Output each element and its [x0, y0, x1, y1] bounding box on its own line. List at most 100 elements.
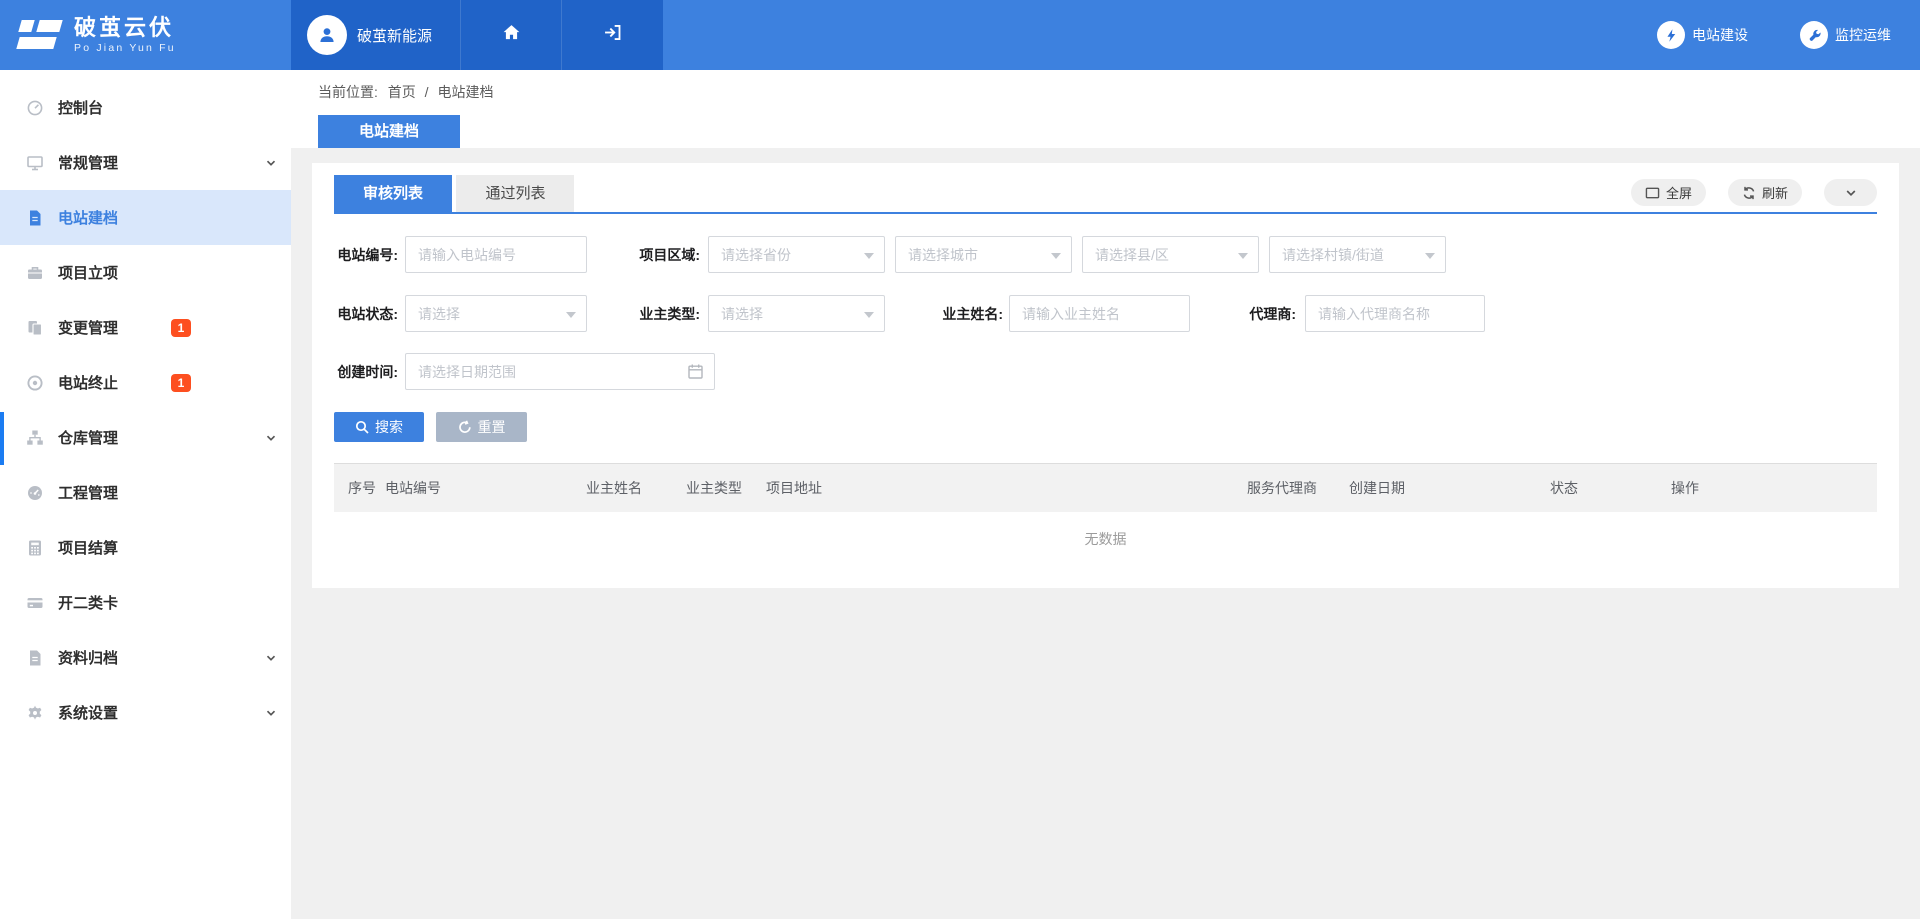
sidebar-item-label: 系统设置 [58, 702, 118, 723]
column-header-project-address: 项目地址 [766, 478, 1247, 498]
refresh-label: 刷新 [1762, 183, 1788, 202]
owner-type-select[interactable]: 请选择 [708, 295, 885, 332]
archive-icon [26, 649, 44, 667]
search-icon [355, 420, 369, 434]
town-select[interactable]: 请选择村镇/街道 [1269, 236, 1446, 273]
reset-button[interactable]: 重置 [436, 412, 527, 442]
nav-label: 监控运维 [1835, 25, 1891, 45]
filter-row-2: 电站状态: 请选择 业主类型: 请选择 业主姓名: 代理商: [334, 295, 1485, 332]
sidebar-item-console[interactable]: 控制台 [0, 80, 291, 135]
panel-toolbar: 全屏 刷新 [1631, 179, 1877, 206]
column-header-index: 序号 [334, 478, 385, 498]
city-select[interactable]: 请选择城市 [895, 236, 1072, 273]
brand-bars-icon [18, 19, 64, 51]
county-select[interactable]: 请选择县/区 [1082, 236, 1259, 273]
sidebar-item-label: 项目立项 [58, 262, 118, 283]
nav-monitoring-ops[interactable]: 监控运维 [1800, 21, 1891, 49]
province-select[interactable]: 请选择省份 [708, 236, 885, 273]
header-nav: 电站建设 监控运维 [663, 0, 1920, 70]
sidebar-item-system-settings[interactable]: 系统设置 [0, 685, 291, 740]
sidebar-item-engineering-management[interactable]: 工程管理 [0, 465, 291, 520]
select-placeholder: 请选择 [721, 304, 763, 324]
sidebar-item-label: 资料归档 [58, 647, 118, 668]
chevron-down-icon [265, 707, 277, 719]
home-button[interactable] [460, 0, 561, 70]
owner-name-input[interactable] [1009, 295, 1190, 332]
monitor-icon [26, 154, 44, 172]
sidebar-item-station-filing[interactable]: 电站建档 [0, 190, 291, 245]
sidebar-item-station-termination[interactable]: 电站终止 1 [0, 355, 291, 410]
sidebar-item-open-type2-card[interactable]: 开二类卡 [0, 575, 291, 630]
sidebar-item-label: 电站终止 [58, 372, 118, 393]
sidebar-item-label: 变更管理 [58, 317, 118, 338]
column-header-actions: 操作 [1671, 478, 1877, 498]
chevron-down-icon [1844, 186, 1858, 200]
sidebar-item-label: 电站建档 [58, 207, 118, 228]
search-button[interactable]: 搜索 [334, 412, 424, 442]
brand-subtitle: Po Jian Yun Fu [74, 42, 176, 54]
header-user-area: 破茧新能源 [291, 0, 663, 70]
sidebar-item-label: 项目结算 [58, 537, 118, 558]
column-header-status: 状态 [1550, 478, 1671, 498]
fullscreen-button[interactable]: 全屏 [1631, 179, 1706, 206]
filter-actions: 搜索 重置 [334, 412, 527, 442]
select-placeholder: 请选择县/区 [1095, 245, 1169, 265]
breadcrumb-home-link[interactable]: 首页 [388, 84, 416, 100]
dashboard-icon [26, 99, 44, 117]
notification-badge: 1 [171, 319, 191, 337]
sidebar-item-project-initiation[interactable]: 项目立项 [0, 245, 291, 300]
nav-label: 电站建设 [1692, 25, 1748, 45]
date-range-input[interactable] [406, 355, 687, 388]
sidebar-item-warehouse-management[interactable]: 仓库管理 [0, 410, 291, 465]
created-time-label: 创建时间: [334, 362, 398, 382]
calculator-icon [26, 539, 44, 557]
wrench-icon [1800, 21, 1828, 49]
agent-input[interactable] [1305, 295, 1485, 332]
gauge-icon [26, 484, 44, 502]
sidebar-scroll-indicator[interactable] [0, 412, 4, 465]
station-status-select[interactable]: 请选择 [405, 295, 587, 332]
column-header-owner-name: 业主姓名 [586, 478, 686, 498]
page-tab-station-filing[interactable]: 电站建档 [318, 115, 460, 148]
refresh-button[interactable]: 刷新 [1728, 179, 1802, 206]
filter-row-3: 创建时间: [334, 353, 715, 390]
chevron-down-icon [265, 157, 277, 169]
agent-label: 代理商: [1234, 304, 1296, 324]
filter-row-1: 电站编号: 项目区域: 请选择省份 请选择城市 请选择县/区 请选择村镇/街道 [334, 236, 1446, 273]
lightning-icon [1657, 21, 1685, 49]
sidebar-item-label: 常规管理 [58, 152, 118, 173]
document-icon [26, 209, 44, 227]
column-header-owner-type: 业主类型 [686, 478, 766, 498]
collapse-button[interactable] [1824, 179, 1877, 206]
caret-down-icon [864, 312, 874, 318]
chevron-down-icon [265, 432, 277, 444]
sidebar-item-label: 仓库管理 [58, 427, 118, 448]
table-empty-state: 无数据 [334, 512, 1877, 566]
station-code-input[interactable] [405, 236, 587, 273]
reset-icon [458, 420, 472, 434]
tab-review-list[interactable]: 审核列表 [334, 175, 452, 212]
logout-button[interactable] [561, 0, 662, 70]
notification-badge: 1 [171, 374, 191, 392]
table-header: 序号 电站编号 业主姓名 业主类型 项目地址 服务代理商 创建日期 状态 操作 [334, 463, 1877, 512]
search-label: 搜索 [375, 417, 403, 437]
sidebar-item-data-archiving[interactable]: 资料归档 [0, 630, 291, 685]
caret-down-icon [1051, 253, 1061, 259]
select-placeholder: 请选择省份 [721, 245, 791, 265]
chevron-down-icon [265, 652, 277, 664]
user-menu[interactable]: 破茧新能源 [291, 0, 460, 70]
brand-title: 破茧云伏 [74, 16, 176, 40]
calendar-icon [687, 363, 704, 380]
nav-station-construction[interactable]: 电站建设 [1657, 21, 1748, 49]
app-header: 破茧云伏 Po Jian Yun Fu 破茧新能源 电站建设 [0, 0, 1920, 70]
sidebar-item-general-management[interactable]: 常规管理 [0, 135, 291, 190]
breadcrumb-separator: / [425, 84, 429, 100]
sidebar-item-project-settlement[interactable]: 项目结算 [0, 520, 291, 575]
sidebar-item-change-management[interactable]: 变更管理 1 [0, 300, 291, 355]
sidebar-item-label: 工程管理 [58, 482, 118, 503]
brand-logo: 破茧云伏 Po Jian Yun Fu [0, 0, 291, 70]
gear-icon [26, 704, 44, 722]
owner-name-label: 业主姓名: [937, 304, 1003, 324]
date-range-picker[interactable] [405, 353, 715, 390]
tab-passed-list[interactable]: 通过列表 [456, 175, 574, 212]
